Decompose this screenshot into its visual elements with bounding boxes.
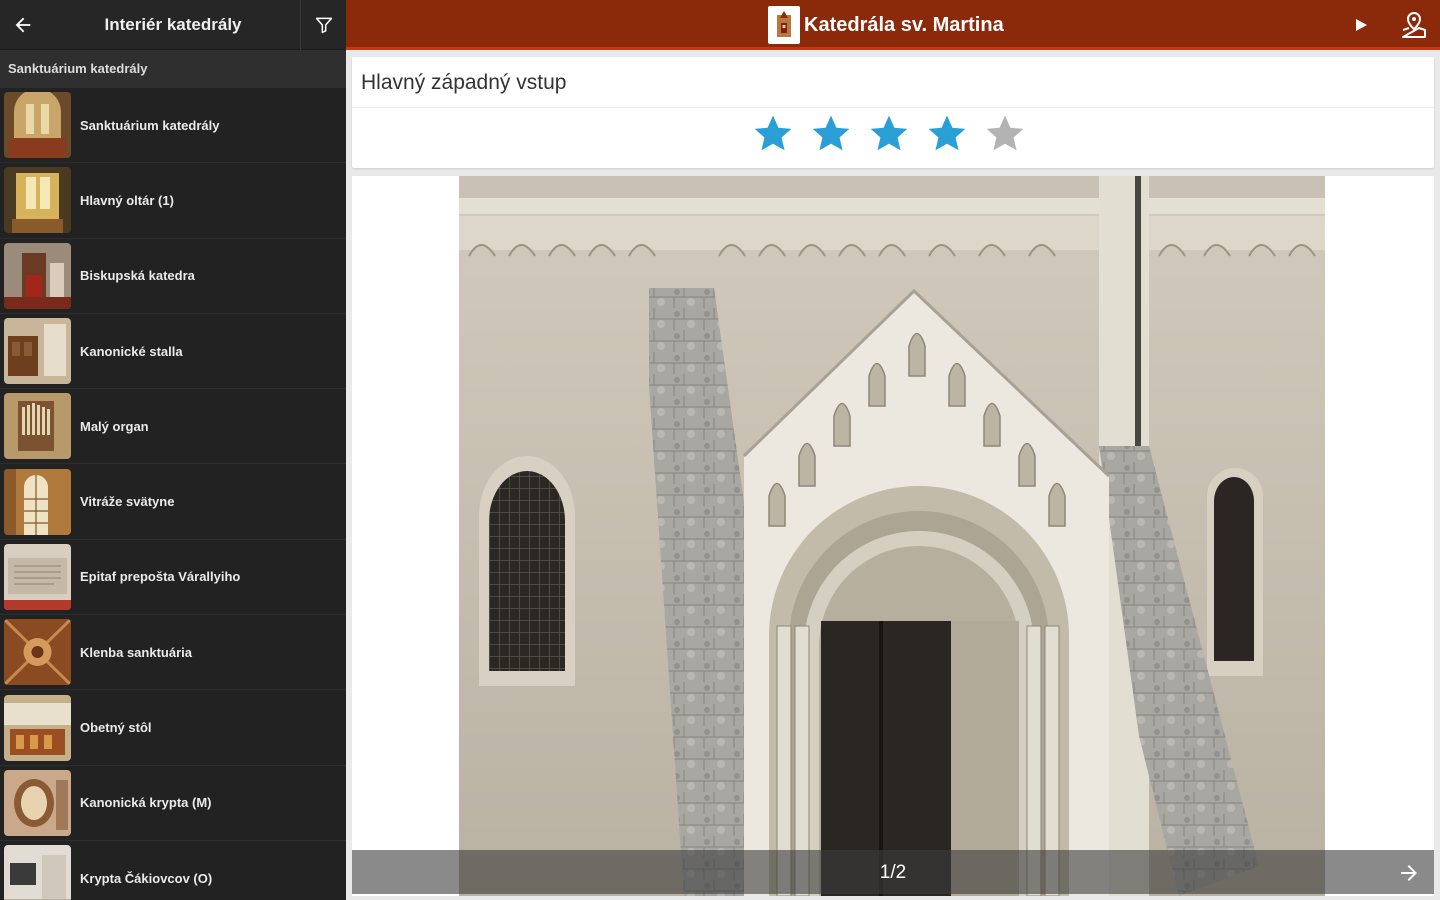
star-filled-icon[interactable] (810, 113, 852, 155)
item-thumbnail (4, 318, 71, 385)
app-header: Katedrála sv. Martina (346, 0, 1440, 50)
list-item-label: Kanonická krypta (M) (80, 795, 212, 811)
item-list: Sanktuárium katedrály Hlavný oltár (1) Bis… (0, 88, 346, 900)
photo-viewer: 1/2 (352, 176, 1434, 896)
section-header: Sanktuárium katedrály (0, 50, 346, 88)
image-pager: 1/2 (352, 850, 1434, 894)
item-thumbnail (4, 468, 71, 535)
list-item[interactable]: Biskupská katedra (0, 239, 346, 314)
pager-indicator: 1/2 (879, 862, 907, 883)
list-item[interactable]: Epitaf prepošta Várallyiho (0, 540, 346, 616)
list-item-label: Krypta Čákiovcov (O) (80, 870, 213, 886)
list-item[interactable]: Krypta Čákiovcov (O) (0, 841, 346, 900)
play-button[interactable] (1350, 14, 1372, 36)
item-thumbnail (4, 167, 71, 234)
back-arrow-icon (15, 17, 31, 32)
list-item-label: Malý organ (80, 418, 149, 434)
navigation-button[interactable] (1398, 9, 1430, 41)
list-item[interactable]: Kanonické stalla (0, 314, 346, 390)
item-thumbnail (4, 242, 71, 309)
list-item-label: Klenba sanktuária (80, 644, 192, 660)
app-title: Katedrála sv. Martina (804, 13, 1004, 36)
list-item[interactable]: Malý organ (0, 389, 346, 465)
cathedral-logo-icon (768, 6, 800, 44)
item-thumbnail (4, 694, 71, 761)
star-filled-icon[interactable] (752, 113, 794, 155)
sidebar-header: Interiér katedrály (0, 0, 346, 50)
filter-icon (315, 17, 332, 33)
list-item-label: Vitráže svätyne (80, 494, 175, 510)
star-empty-icon[interactable] (984, 113, 1026, 155)
sidebar-title: Interiér katedrály (104, 14, 242, 34)
navigation-icon (1402, 11, 1426, 38)
list-item[interactable]: Hlavný oltár (1) (0, 163, 346, 239)
list-item-label: Epitaf prepošta Várallyiho (80, 569, 241, 585)
list-item[interactable]: Vitráže svätyne (0, 464, 346, 540)
cathedral-portal-photo[interactable] (459, 176, 1325, 896)
next-arrow-icon (1401, 865, 1417, 881)
detail-title: Hlavný západný vstup (361, 71, 567, 94)
rating-stars[interactable] (752, 113, 1026, 155)
item-thumbnail (4, 845, 71, 900)
list-item-label: Hlavný oltár (1) (80, 192, 174, 208)
star-filled-icon[interactable] (926, 113, 968, 155)
divider (352, 107, 1434, 108)
filter-button[interactable] (300, 0, 346, 50)
brand: Katedrála sv. Martina (768, 6, 1004, 44)
play-icon (1356, 19, 1367, 31)
list-item-label: Biskupská katedra (80, 268, 195, 284)
star-filled-icon[interactable] (868, 113, 910, 155)
detail-card: Hlavný západný vstup (352, 57, 1434, 168)
list-item[interactable]: Obetný stôl (0, 690, 346, 766)
item-thumbnail (4, 543, 71, 610)
next-image-button[interactable] (1396, 860, 1422, 886)
list-item-label: Kanonické stalla (80, 343, 183, 359)
item-thumbnail (4, 619, 71, 686)
list-item-label: Sanktuárium katedrály (80, 117, 220, 133)
list-item[interactable]: Sanktuárium katedrály (0, 88, 346, 164)
back-button[interactable] (0, 0, 46, 50)
item-thumbnail (4, 769, 71, 836)
sidebar: Interiér katedrály Sanktuárium katedrály… (0, 0, 346, 900)
list-item[interactable]: Kanonická krypta (M) (0, 766, 346, 841)
item-thumbnail (4, 92, 71, 159)
item-thumbnail (4, 393, 71, 460)
list-item-label: Obetný stôl (80, 720, 152, 736)
list-item[interactable]: Klenba sanktuária (0, 615, 346, 691)
